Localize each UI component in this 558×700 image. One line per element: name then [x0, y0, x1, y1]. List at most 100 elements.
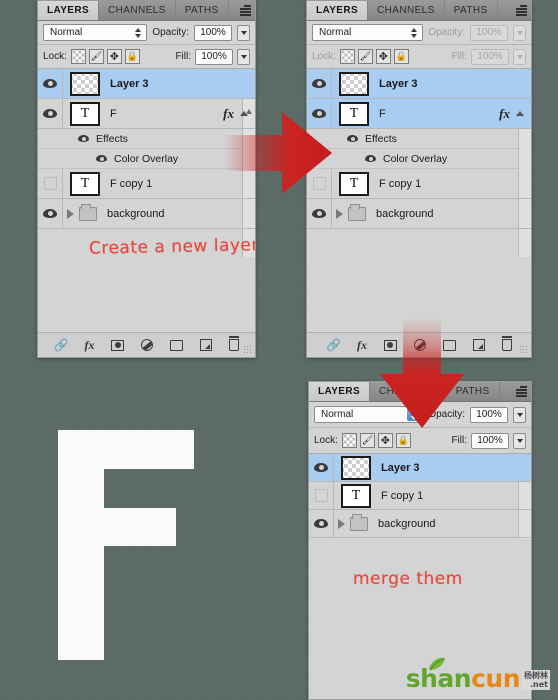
table-row[interactable]: T F copy 1: [38, 169, 255, 199]
group-expand-icon[interactable]: [67, 208, 74, 219]
opacity-input[interactable]: 100%: [194, 24, 232, 41]
layer-group-thumbnail[interactable]: [336, 202, 366, 226]
tab-paths-label: PATHS: [453, 5, 488, 16]
resize-grip[interactable]: [243, 345, 251, 353]
layer-thumbnail[interactable]: [70, 71, 100, 96]
layer-group-thumbnail[interactable]: [67, 202, 97, 226]
blend-mode-select[interactable]: Normal: [312, 24, 424, 41]
list-item[interactable]: Color Overlay: [307, 149, 531, 169]
layer-visibility-toggle[interactable]: [309, 454, 334, 481]
layer-fx-expand-icon[interactable]: [516, 111, 524, 116]
table-row[interactable]: T F copy 1: [309, 482, 531, 510]
blend-mode-stepper-icon[interactable]: [131, 26, 144, 39]
layer-visibility-toggle[interactable]: [307, 69, 332, 98]
layer-visibility-toggle[interactable]: [38, 169, 63, 198]
lock-image-icon[interactable]: [88, 49, 104, 64]
fill-input[interactable]: 100%: [195, 48, 233, 65]
lock-image-icon[interactable]: [359, 433, 375, 448]
table-row[interactable]: Layer 3: [309, 454, 531, 482]
new-layer-icon[interactable]: [472, 339, 485, 351]
eye-icon[interactable]: [78, 135, 89, 142]
layer-style-fx-icon[interactable]: fx: [84, 339, 94, 351]
new-group-icon[interactable]: [170, 339, 184, 351]
fill-dropdown-icon[interactable]: [513, 432, 526, 449]
tab-layers[interactable]: LAYERS: [309, 382, 371, 401]
lock-all-icon[interactable]: [124, 49, 140, 64]
table-row[interactable]: T F fx: [38, 99, 255, 129]
opacity-dropdown-icon[interactable]: [237, 24, 250, 41]
lock-transparency-icon[interactable]: [341, 433, 357, 448]
lock-image-icon[interactable]: [357, 49, 373, 64]
panel-menu-icon[interactable]: [509, 1, 531, 20]
opacity-dropdown-icon[interactable]: [513, 406, 526, 423]
layer-visibility-toggle[interactable]: [38, 199, 63, 228]
opacity-label: Opacity:: [152, 27, 189, 38]
list-item[interactable]: Effects: [38, 129, 255, 149]
group-expand-icon[interactable]: [338, 518, 345, 529]
list-item[interactable]: Color Overlay: [38, 149, 255, 169]
eye-icon[interactable]: [365, 155, 376, 162]
layer-mask-icon[interactable]: [111, 339, 125, 351]
lock-all-icon[interactable]: [395, 433, 411, 448]
table-row[interactable]: background: [307, 199, 531, 229]
blend-mode-stepper-icon[interactable]: [407, 26, 420, 39]
eye-icon[interactable]: [347, 135, 358, 142]
panel-menu-icon[interactable]: [233, 1, 255, 20]
lock-position-icon[interactable]: [375, 49, 391, 64]
eye-icon[interactable]: [96, 155, 107, 162]
group-expand-icon[interactable]: [336, 208, 343, 219]
layer-thumbnail[interactable]: [339, 71, 369, 96]
opacity-input: 100%: [470, 24, 508, 41]
effect-name: Color Overlay: [114, 152, 179, 165]
resize-grip[interactable]: [519, 345, 527, 353]
tab-paths[interactable]: PATHS: [175, 1, 229, 20]
layer-group-thumbnail[interactable]: [338, 512, 368, 536]
layer-style-fx-icon[interactable]: fx: [357, 339, 367, 351]
tab-channels[interactable]: CHANNELS: [368, 1, 445, 20]
adjustment-layer-icon[interactable]: [141, 339, 154, 351]
panel-menu-icon[interactable]: [509, 382, 531, 401]
lock-all-icon[interactable]: [393, 49, 409, 64]
layer-thumbnail[interactable]: T: [70, 101, 100, 126]
fill-dropdown-icon[interactable]: [237, 48, 250, 65]
tab-layers[interactable]: LAYERS: [38, 1, 100, 20]
layer-visibility-toggle[interactable]: [38, 99, 63, 128]
link-layers-icon[interactable]: 🔗: [54, 339, 69, 351]
lock-position-icon[interactable]: [377, 433, 393, 448]
tab-paths[interactable]: PATHS: [444, 1, 498, 20]
eye-icon: [312, 79, 326, 88]
layer-thumbnail[interactable]: T: [339, 171, 369, 196]
layer-thumbnail[interactable]: [341, 455, 371, 480]
tab-layers[interactable]: LAYERS: [307, 1, 369, 20]
list-item[interactable]: Effects: [307, 129, 531, 149]
lock-position-icon[interactable]: [106, 49, 122, 64]
layer-visibility-toggle[interactable]: [309, 482, 334, 509]
table-row[interactable]: T F fx: [307, 99, 531, 129]
layer-thumbnail[interactable]: T: [341, 483, 371, 508]
table-row[interactable]: Layer 3: [307, 69, 531, 99]
layer-visibility-toggle[interactable]: [38, 69, 63, 98]
letter-f-arm-top: [102, 430, 194, 469]
layer-visibility-toggle[interactable]: [309, 510, 334, 537]
blend-opacity-row: Normal Opacity: 100%: [307, 21, 531, 45]
fill-label: Fill:: [451, 435, 467, 446]
table-row[interactable]: T F copy 1: [307, 169, 531, 199]
blend-mode-select[interactable]: Normal: [43, 24, 148, 41]
new-layer-icon[interactable]: [200, 339, 213, 351]
layer-thumbnail[interactable]: T: [70, 171, 100, 196]
lock-transparency-icon[interactable]: [339, 49, 355, 64]
layer-visibility-toggle[interactable]: [307, 199, 332, 228]
delete-layer-icon[interactable]: [501, 336, 512, 351]
link-layers-icon[interactable]: 🔗: [326, 339, 341, 351]
table-row[interactable]: background: [309, 510, 531, 538]
delete-layer-icon[interactable]: [229, 336, 240, 351]
table-row[interactable]: Layer 3: [38, 69, 255, 99]
opacity-input[interactable]: 100%: [470, 406, 508, 423]
table-row[interactable]: background: [38, 199, 255, 229]
layer-fx-icon[interactable]: fx: [499, 106, 510, 122]
fill-input[interactable]: 100%: [471, 432, 509, 449]
tab-layers-label: LAYERS: [47, 5, 90, 16]
layer-thumbnail[interactable]: T: [339, 101, 369, 126]
tab-channels[interactable]: CHANNELS: [99, 1, 176, 20]
lock-transparency-icon[interactable]: [70, 49, 86, 64]
